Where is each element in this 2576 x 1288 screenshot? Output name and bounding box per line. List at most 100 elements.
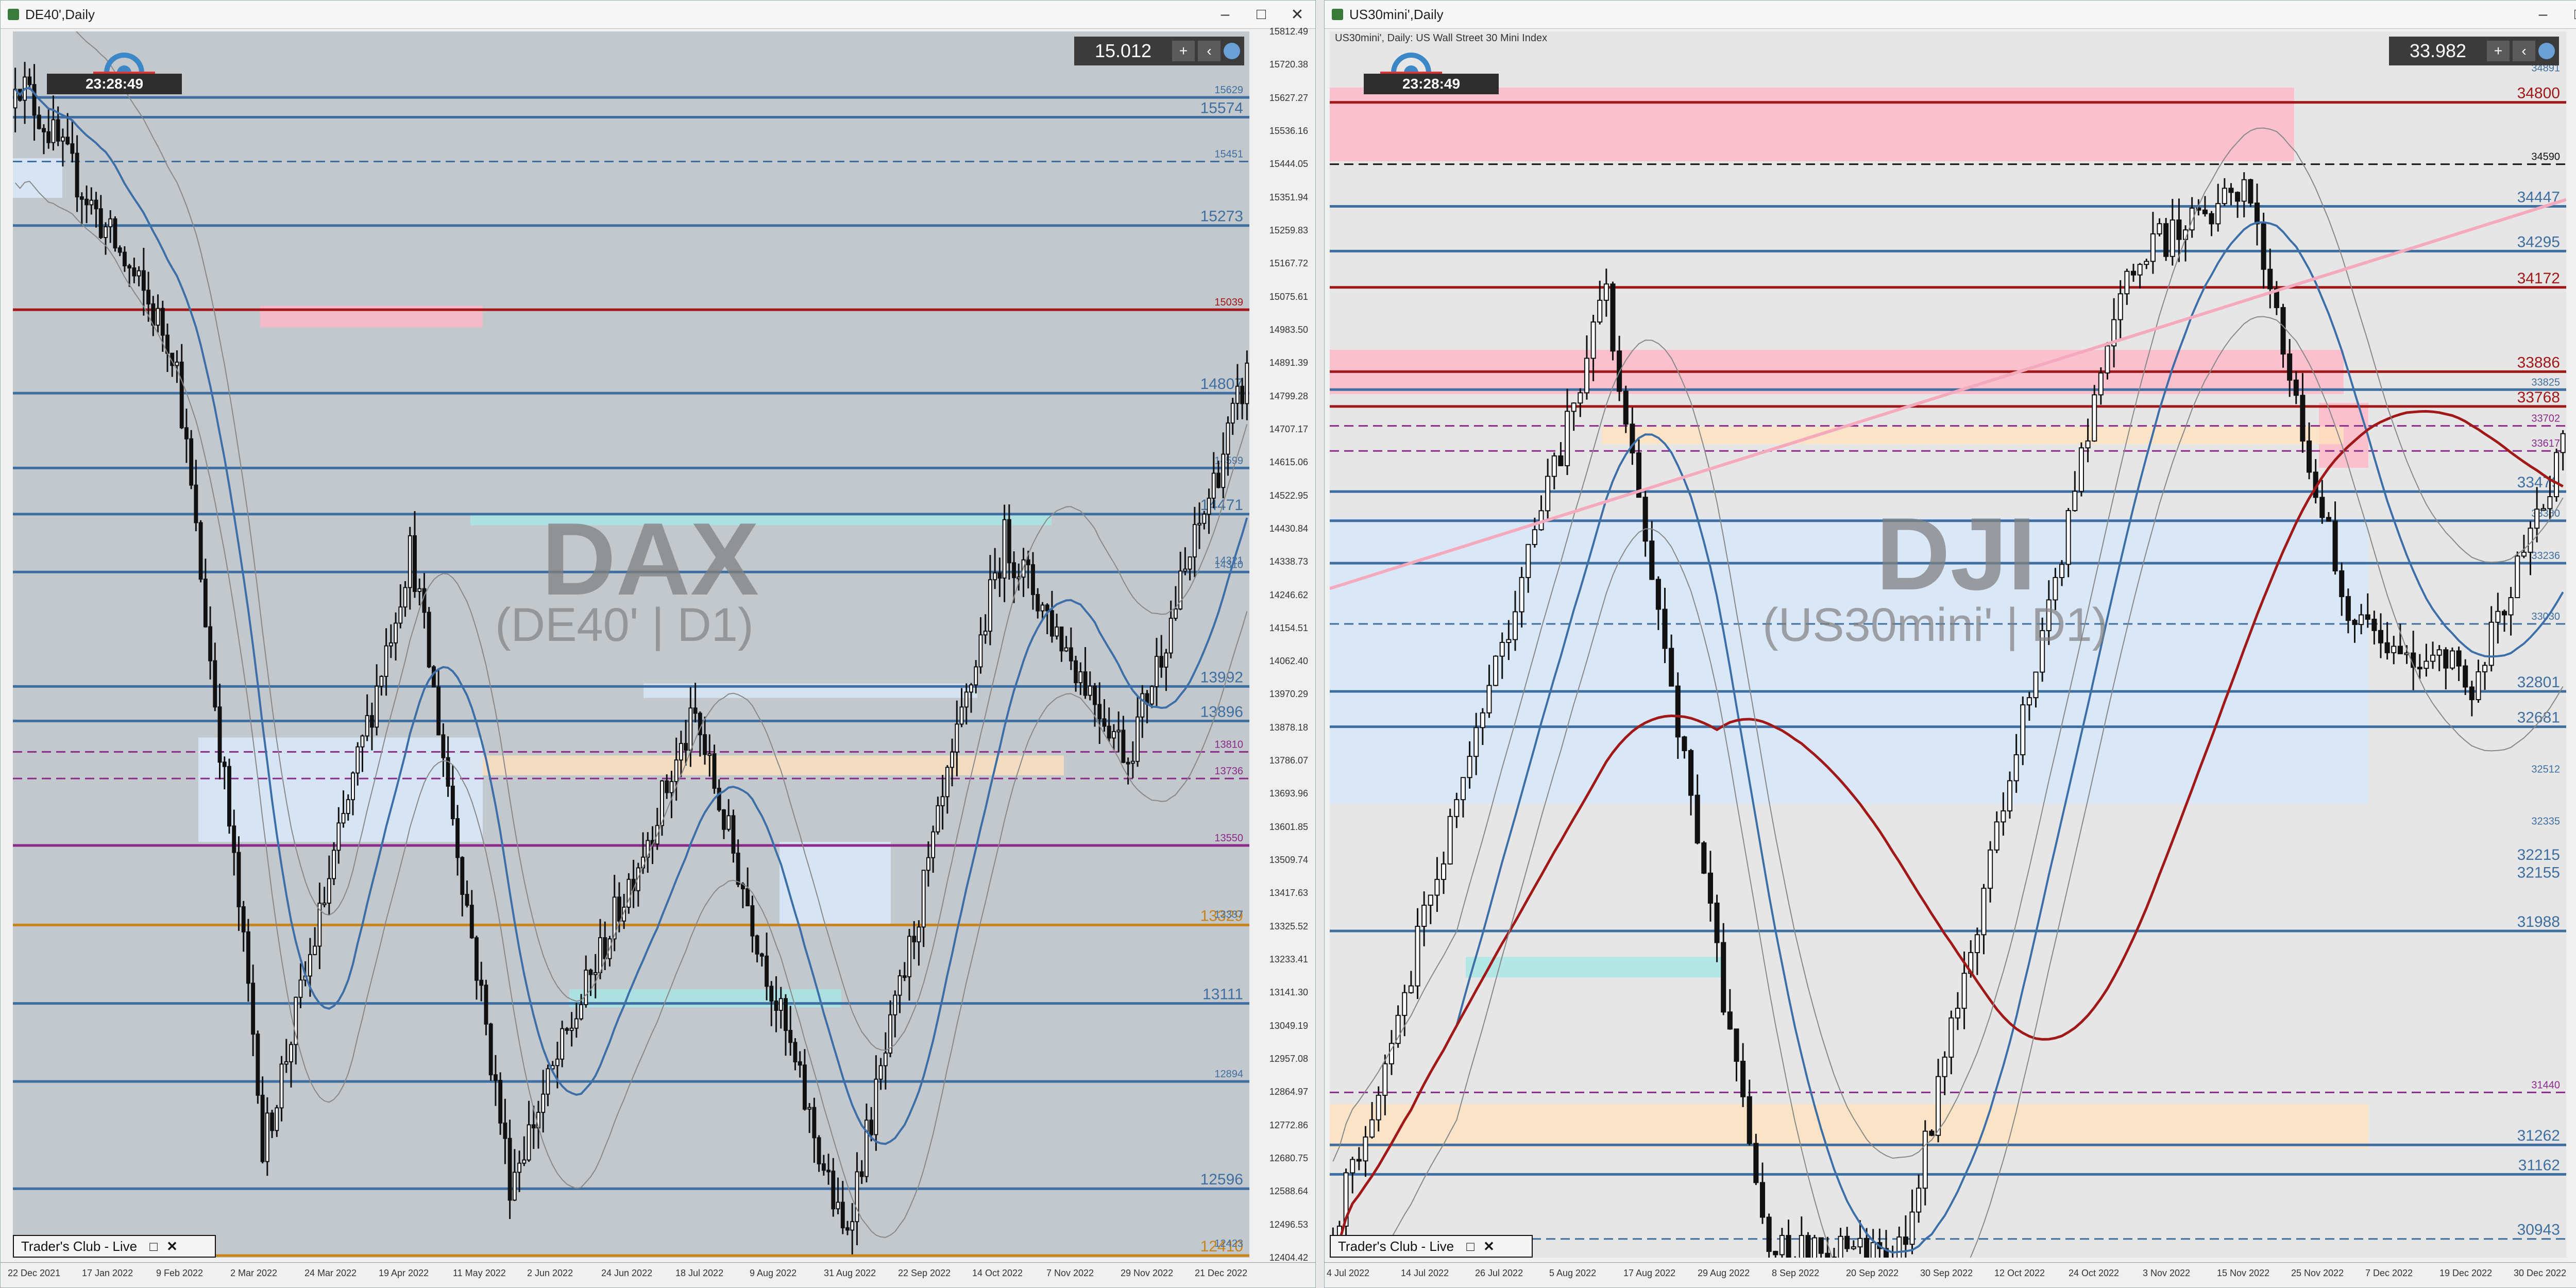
close-icon[interactable]: ✕: [1279, 6, 1315, 24]
candle-body: [422, 588, 427, 613]
candle-body: [1434, 878, 1440, 896]
candle-body: [1235, 385, 1240, 404]
traders-club-panel[interactable]: Trader's Club - Live □ ✕: [13, 1235, 216, 1258]
candle-body: [812, 1107, 817, 1139]
price-spread-value: 33.982: [2409, 40, 2467, 61]
date-axis: 22 Dec 2021 17 Jan 2022 9 Feb 2022 2 Mar 20…: [1, 1262, 1315, 1287]
traders-club-label: Trader's Club - Live: [21, 1238, 138, 1254]
candle-body: [974, 666, 978, 686]
candle-body: [2287, 353, 2293, 381]
candle-body: [1812, 1237, 1818, 1258]
candle-body: [1093, 685, 1097, 705]
price-level-label: 13337: [1214, 909, 1243, 921]
price-level-label: 33236: [2531, 550, 2560, 562]
candle-body: [469, 905, 474, 939]
price-level-label: 13896: [1200, 703, 1243, 720]
candle-body: [2469, 686, 2475, 700]
candle-body: [84, 198, 89, 206]
candle-body: [265, 1112, 269, 1162]
candle-body: [2137, 264, 2143, 276]
candle-body: [1226, 422, 1230, 455]
candle-body: [1136, 716, 1140, 762]
candle-body: [1207, 498, 1211, 515]
date-tick: 14 Oct 2022: [972, 1268, 1023, 1278]
candle-body: [593, 972, 598, 975]
candle-body: [2280, 307, 2286, 355]
minimize-icon[interactable]: –: [1207, 6, 1243, 23]
candle-body: [460, 857, 465, 895]
traders-club-panel[interactable]: Trader's Club - Live □ ✕: [1330, 1235, 1533, 1258]
candle-body: [184, 427, 189, 439]
candle-body: [2189, 207, 2195, 231]
candle-body: [1083, 671, 1088, 696]
candle-body: [60, 137, 65, 142]
price-spread-box[interactable]: 15.012 + ‹: [1074, 37, 1244, 65]
candle-body: [531, 1124, 536, 1129]
close-icon[interactable]: ✕: [163, 1239, 181, 1255]
candle-body: [2456, 650, 2462, 667]
candle-body: [1974, 934, 1980, 953]
candle-body: [1350, 1159, 1355, 1174]
date-tick: 9 Feb 2022: [156, 1268, 204, 1278]
maximize-icon[interactable]: □: [1243, 6, 1279, 23]
candle-body: [1126, 761, 1130, 765]
candle-body: [2463, 665, 2468, 688]
candle-body: [2339, 570, 2345, 597]
restore-icon[interactable]: □: [144, 1239, 163, 1255]
candle-body: [1981, 888, 1987, 936]
chevron-left-icon[interactable]: ‹: [2513, 41, 2535, 61]
status-dot-icon: [1224, 43, 1240, 59]
candle-body: [959, 706, 964, 725]
chart-window-icon: [8, 9, 19, 20]
candle-body: [2053, 577, 2058, 601]
candle-body: [1805, 1235, 1811, 1258]
candle-body: [1825, 1252, 1831, 1258]
price-tick: 13233.41: [1269, 954, 1308, 965]
chevron-left-icon[interactable]: ‹: [1198, 41, 1221, 61]
candle-body: [441, 734, 446, 758]
candle-body: [788, 1030, 793, 1043]
candle-body: [1369, 1119, 1375, 1138]
price-tick: 12772.86: [1269, 1120, 1308, 1130]
minimize-icon[interactable]: –: [2525, 6, 2561, 23]
restore-icon[interactable]: □: [1461, 1239, 1480, 1255]
candle-body: [79, 196, 84, 200]
candle-body: [355, 746, 360, 774]
candle-body: [336, 822, 341, 851]
price-level-label: 31162: [2518, 1157, 2560, 1174]
candle-body: [1192, 524, 1197, 558]
candle-body: [1140, 693, 1145, 718]
candle-body: [2267, 268, 2273, 290]
plus-icon[interactable]: +: [1172, 41, 1195, 61]
server-clock: 23:28:49: [1364, 74, 1499, 94]
maximize-icon[interactable]: □: [2561, 6, 2576, 23]
candle-body: [1707, 872, 1713, 904]
candle-body: [260, 1094, 265, 1162]
candle-body: [137, 270, 141, 277]
price-tick: 14799.28: [1269, 391, 1308, 401]
candle-body: [988, 579, 992, 632]
candle-body: [1441, 863, 1447, 880]
candle-body: [2521, 551, 2527, 557]
date-tick: 24 Jun 2022: [601, 1268, 653, 1278]
candle-body: [1447, 816, 1453, 865]
candle-body: [1480, 712, 1485, 728]
candle-body: [588, 970, 593, 975]
candle-body: [1408, 985, 1414, 993]
plus-icon[interactable]: +: [2487, 41, 2510, 61]
candle-body: [707, 753, 712, 756]
candle-body: [759, 953, 764, 957]
candle-body: [1402, 992, 1408, 1016]
candle-body: [2560, 433, 2566, 453]
price-tick: 14707.17: [1269, 423, 1308, 434]
candle-body: [1747, 1096, 1752, 1144]
price-spread-box[interactable]: 33.982 + ‹: [2389, 37, 2559, 65]
candle-body: [2248, 179, 2253, 204]
candle-body: [1649, 540, 1655, 580]
candle-body: [241, 906, 246, 933]
chart-subtitle: US30mini', Daily: US Wall Street 30 Mini…: [1335, 32, 1548, 44]
candle-body: [2436, 649, 2442, 656]
dji-chart-window: US30mini',Daily – □ ✕ 348003459034447342…: [1324, 0, 2576, 1288]
close-icon[interactable]: ✕: [1480, 1239, 1498, 1255]
candle-body: [1545, 476, 1551, 512]
